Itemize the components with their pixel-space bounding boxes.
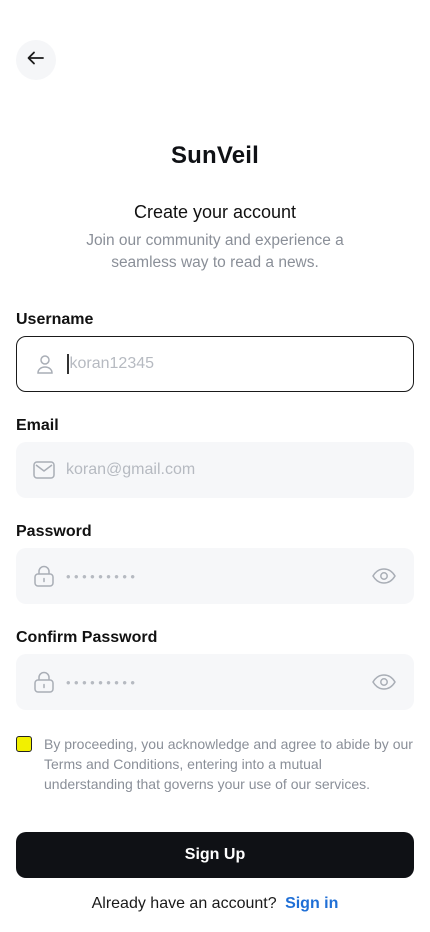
username-input[interactable]: koran12345 [16, 336, 414, 392]
confirm-password-label: Confirm Password [16, 629, 158, 646]
username-label: Username [16, 311, 94, 328]
page-subheading: Join our community and experience a seam… [86, 232, 344, 271]
username-placeholder: koran12345 [69, 355, 155, 373]
signin-row: Already have an account? Sign in [0, 895, 430, 913]
signup-button[interactable]: Sign Up [16, 832, 414, 878]
password-value: ••••••••• [66, 568, 139, 584]
password-input[interactable]: ••••••••• [16, 548, 414, 604]
terms-text: By proceeding, you acknowledge and agree… [44, 736, 413, 792]
signin-prompt: Already have an account? [91, 895, 277, 912]
lock-icon [32, 564, 56, 588]
brand-title: SunVeil [170, 142, 260, 169]
confirm-password-value: ••••••••• [66, 674, 139, 690]
terms-row: By proceeding, you acknowledge and agree… [16, 734, 414, 794]
terms-checkbox[interactable] [16, 736, 32, 752]
lock-icon [32, 670, 56, 694]
email-input[interactable]: koran@gmail.com [16, 442, 414, 498]
back-button[interactable] [16, 40, 56, 80]
confirm-password-input[interactable]: ••••••••• [16, 654, 414, 710]
signin-link[interactable]: Sign in [285, 895, 338, 912]
user-icon [33, 352, 57, 376]
arrow-left-icon [26, 48, 46, 73]
eye-icon[interactable] [370, 670, 398, 694]
email-label: Email [16, 417, 59, 434]
signup-screen: SunVeil Create your account Join our com… [0, 0, 430, 932]
mail-icon [32, 458, 56, 482]
page-heading: Create your account [133, 202, 297, 222]
eye-icon[interactable] [370, 564, 398, 588]
password-label: Password [16, 523, 92, 540]
email-placeholder: koran@gmail.com [66, 461, 196, 478]
